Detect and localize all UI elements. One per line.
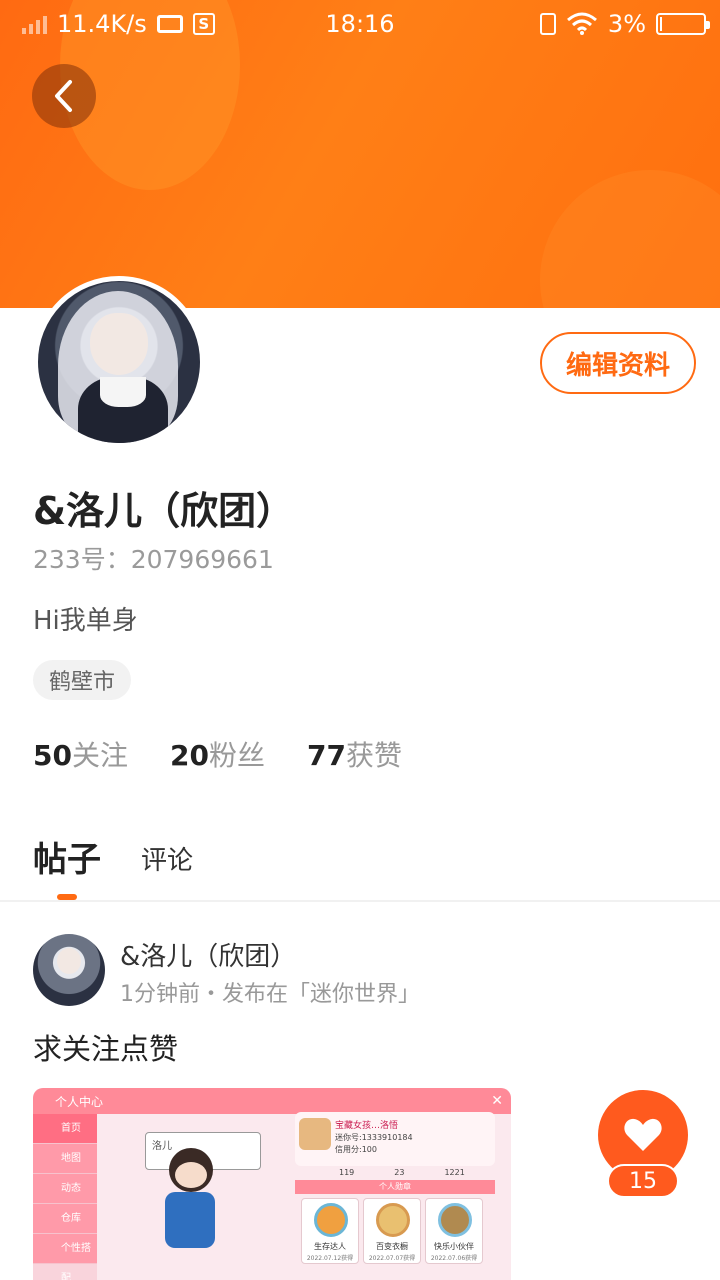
game-character xyxy=(143,1148,233,1268)
profile-id: 233号：207969661 xyxy=(33,545,274,574)
game-stats: 119 23 1221 xyxy=(295,1168,495,1177)
wifi-icon xyxy=(566,12,597,35)
game-side-item: 首页 xyxy=(33,1114,97,1144)
status-bar: 11.4K/s S 18:16 3% xyxy=(0,0,720,50)
game-card-name: 宝藏女孩…洛悟 xyxy=(335,1121,399,1131)
city-tag: 鹤壁市 xyxy=(33,660,132,700)
tab-posts[interactable]: 帖子 xyxy=(33,832,101,900)
close-icon: ✕ xyxy=(491,1093,503,1109)
post-author-avatar[interactable] xyxy=(33,934,105,1006)
game-stat: 119 xyxy=(339,1168,355,1177)
profile-avatar[interactable] xyxy=(33,276,205,448)
stat-likes[interactable]: 77获赞 xyxy=(307,734,402,774)
game-medal: 快乐小伙伴 2022.07.06获得 xyxy=(425,1198,483,1264)
game-sidebar: 首页 地图 动态 仓库 个性搭配 xyxy=(33,1114,97,1280)
content-tabs: 帖子 评论 xyxy=(33,832,193,900)
post-image[interactable]: 个人中心 ✕ 首页 地图 动态 仓库 个性搭配 洛儿 宝藏女孩…洛悟 迷你号:1… xyxy=(33,1088,511,1280)
game-player-card: 宝藏女孩…洛悟 迷你号:1333910184 信用分:100 xyxy=(295,1112,495,1166)
game-card-credit: 信用分:100 xyxy=(335,1145,377,1154)
medal-title: 生存达人 xyxy=(314,1242,346,1251)
game-side-item: 动态 xyxy=(33,1174,97,1204)
medal-title: 百变衣橱 xyxy=(376,1242,408,1251)
follow-count: 50 xyxy=(33,739,72,772)
game-side-item: 仓库 xyxy=(33,1204,97,1234)
edit-profile-button[interactable]: 编辑资料 xyxy=(540,332,696,394)
back-button[interactable] xyxy=(32,64,96,128)
game-card-id: 迷你号:1333910184 xyxy=(335,1133,413,1142)
game-side-item: 个性搭配 xyxy=(33,1234,97,1280)
stat-follow[interactable]: 50关注 xyxy=(33,734,128,774)
medal-title: 快乐小伙伴 xyxy=(434,1242,474,1251)
game-title: 个人中心 xyxy=(55,1094,104,1109)
medal-date: 2022.07.07获得 xyxy=(368,1255,416,1262)
chevron-left-icon xyxy=(55,80,72,112)
profile-name: &洛儿（欣团） xyxy=(33,489,295,533)
game-side-item: 地图 xyxy=(33,1144,97,1174)
game-stat: 23 xyxy=(394,1168,405,1177)
post-text[interactable]: 求关注点赞 xyxy=(33,1026,178,1068)
game-medal: 百变衣橱 2022.07.07获得 xyxy=(363,1198,421,1264)
stat-fans[interactable]: 20粉丝 xyxy=(170,734,265,774)
profile-bio: Hi我单身 xyxy=(33,606,138,636)
profile-stats: 50关注 20粉丝 77获赞 xyxy=(33,734,402,774)
heart-icon xyxy=(624,1118,662,1151)
post-author-name[interactable]: &洛儿（欣团） xyxy=(120,936,296,973)
medal-date: 2022.07.06获得 xyxy=(430,1255,478,1262)
likes-label: 获赞 xyxy=(345,739,402,772)
tab-posts-label: 帖子 xyxy=(33,840,101,880)
medal-date: 2022.07.12获得 xyxy=(306,1255,354,1262)
charging-icon xyxy=(539,13,556,35)
game-medals: 生存达人 2022.07.12获得 百变衣橱 2022.07.07获得 快乐小伙… xyxy=(301,1184,483,1264)
likes-count: 77 xyxy=(306,739,346,772)
like-count: 15 xyxy=(607,1164,679,1198)
follow-label: 关注 xyxy=(71,739,128,772)
game-player-avatar xyxy=(299,1118,331,1150)
fans-count: 20 xyxy=(169,739,209,772)
battery-icon xyxy=(656,13,710,35)
game-medal: 生存达人 2022.07.12获得 xyxy=(301,1198,359,1264)
fans-label: 粉丝 xyxy=(208,739,265,772)
post-meta: 1分钟前・发布在「迷你世界」 xyxy=(120,982,420,1007)
battery-percent: 3% xyxy=(607,10,646,38)
game-topbar: 个人中心 ✕ xyxy=(33,1088,511,1114)
tabs-divider xyxy=(0,900,720,902)
tab-comments[interactable]: 评论 xyxy=(141,840,193,881)
game-stat: 1221 xyxy=(444,1168,465,1177)
